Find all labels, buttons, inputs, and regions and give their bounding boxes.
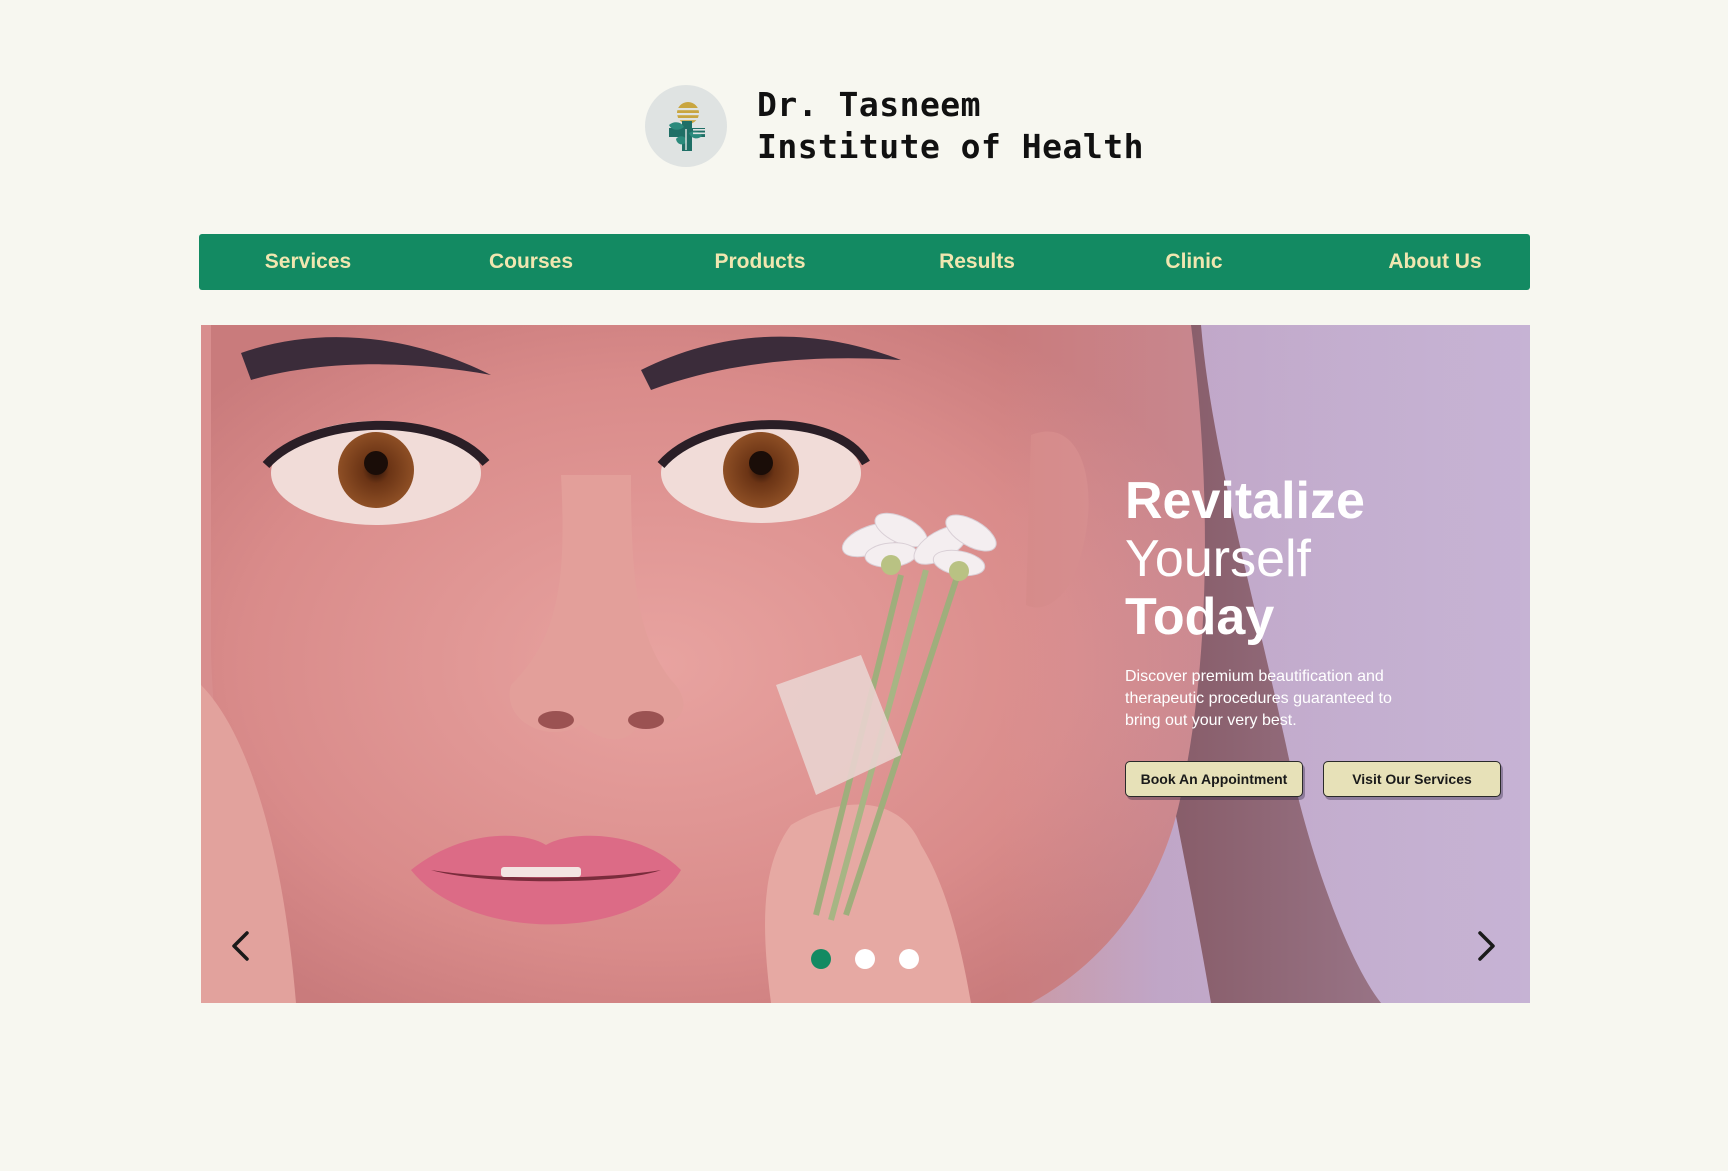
brand-name-line1: Dr. Tasneem bbox=[757, 85, 982, 124]
nav-item-results[interactable]: Results bbox=[939, 234, 1015, 290]
brand-header[interactable]: Dr. Tasneem Institute of Health bbox=[645, 85, 1144, 167]
main-nav: Services Courses Products Results Clinic… bbox=[199, 234, 1530, 290]
brand-name-line2: Institute of Health bbox=[757, 127, 1144, 166]
visit-services-button[interactable]: Visit Our Services bbox=[1323, 761, 1501, 797]
carousel-next-button[interactable] bbox=[1468, 929, 1502, 963]
nav-item-clinic[interactable]: Clinic bbox=[1165, 234, 1222, 290]
chevron-right-icon bbox=[1478, 931, 1495, 961]
hero-buttons: Book An Appointment Visit Our Services bbox=[1125, 761, 1501, 797]
carousel-dot[interactable] bbox=[811, 949, 831, 969]
headline-line2: Yourself bbox=[1125, 530, 1311, 588]
carousel-dot[interactable] bbox=[855, 949, 875, 969]
hero-headline: Revitalize Yourself Today bbox=[1125, 472, 1485, 646]
nav-item-about-us[interactable]: About Us bbox=[1388, 234, 1481, 290]
carousel-dot[interactable] bbox=[899, 949, 919, 969]
hero-copy: Revitalize Yourself Today Discover premi… bbox=[1125, 472, 1485, 732]
headline-line1: Revitalize bbox=[1125, 472, 1365, 530]
book-appointment-button[interactable]: Book An Appointment bbox=[1125, 761, 1303, 797]
brand-name: Dr. Tasneem Institute of Health bbox=[757, 84, 1144, 168]
carousel-dots bbox=[811, 949, 919, 969]
chevron-left-icon bbox=[232, 931, 249, 961]
nav-item-products[interactable]: Products bbox=[714, 234, 805, 290]
hero-description: Discover premium beautification and ther… bbox=[1125, 668, 1392, 729]
carousel-prev-button[interactable] bbox=[225, 929, 259, 963]
leaf-cross-logo-icon bbox=[669, 102, 705, 151]
nav-item-courses[interactable]: Courses bbox=[489, 234, 573, 290]
hero-carousel: Revitalize Yourself Today Discover premi… bbox=[201, 325, 1530, 1003]
headline-line3: Today bbox=[1125, 588, 1275, 646]
logo[interactable] bbox=[645, 85, 727, 167]
nav-item-services[interactable]: Services bbox=[265, 234, 351, 290]
